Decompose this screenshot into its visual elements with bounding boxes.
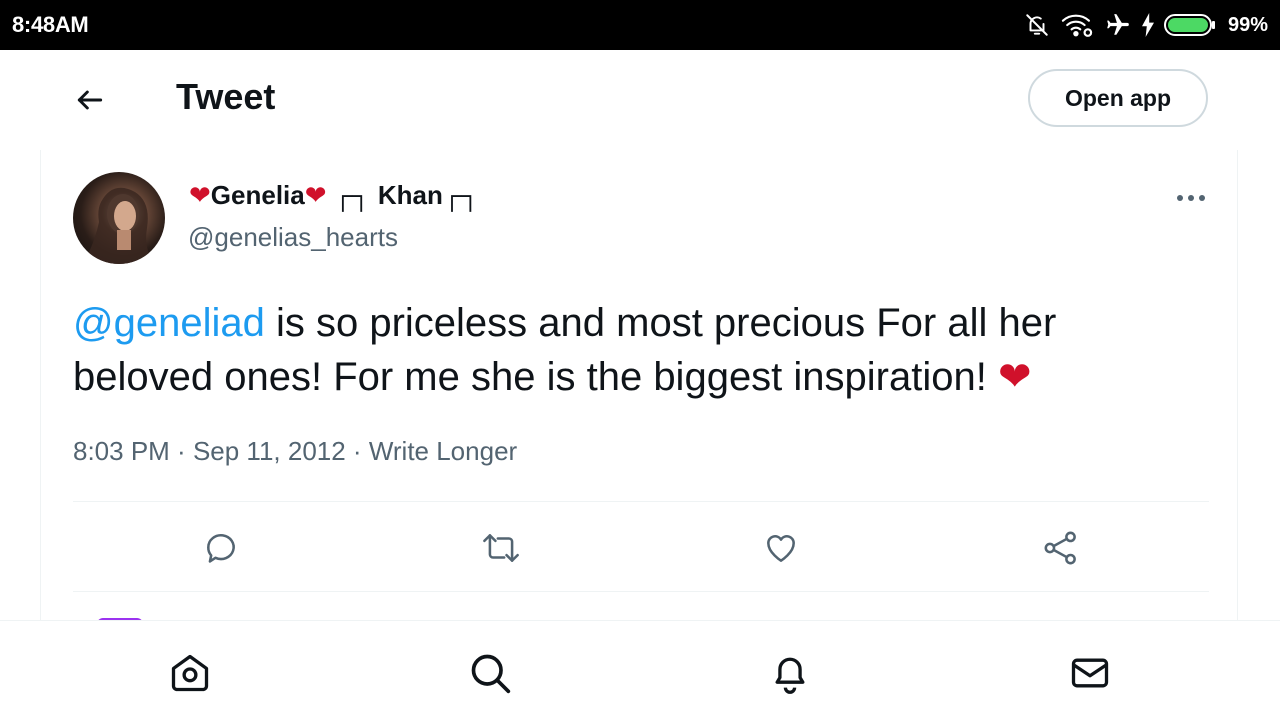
retweet-icon <box>483 534 519 562</box>
retweet-button[interactable] <box>479 526 523 570</box>
notifications-icon <box>775 657 805 694</box>
status-icons: 99% <box>1024 11 1268 39</box>
top-app-bar: Tweet Open app <box>0 50 1280 148</box>
meta-separator-2: · <box>345 436 369 466</box>
status-bar: 8:48AM 99% <box>0 0 1280 50</box>
heart-emoji: ❤ <box>997 355 1032 399</box>
tweet-time[interactable]: 8:03 PM <box>73 436 170 466</box>
page-title: Tweet <box>176 76 276 117</box>
back-button[interactable] <box>70 80 110 120</box>
nav-messages-button[interactable] <box>1066 649 1114 697</box>
name-heart-right: ❤ <box>304 180 327 210</box>
wifi-icon <box>1060 12 1094 38</box>
name-heart-left: ❤ <box>189 180 211 210</box>
share-icon <box>1044 531 1076 565</box>
author-name[interactable]: ❤Genelia❤ ┌┐ Khan┌┐ <box>189 180 480 211</box>
reply-icon <box>207 534 235 563</box>
search-icon <box>471 654 511 694</box>
nav-search-button[interactable] <box>466 649 514 697</box>
messages-icon <box>1071 658 1109 688</box>
meta-separator: · <box>169 436 193 466</box>
divider <box>73 591 1209 592</box>
author-name-main: Genelia <box>210 180 305 210</box>
author-handle[interactable]: @genelias_hearts <box>188 222 398 253</box>
tweet-card: ❤Genelia❤ ┌┐ Khan┌┐ @genelias_hearts @ge… <box>40 150 1238 624</box>
like-button[interactable] <box>759 526 803 570</box>
airplane-mode-icon <box>1104 12 1132 38</box>
home-icon <box>171 654 209 692</box>
divider <box>73 501 1209 502</box>
avatar[interactable] <box>73 172 165 264</box>
battery-icon <box>1163 13 1216 37</box>
like-icon <box>767 535 795 562</box>
open-app-button[interactable]: Open app <box>1028 69 1208 127</box>
reply-button[interactable] <box>199 526 243 570</box>
notifications-off-icon <box>1024 12 1050 38</box>
share-button[interactable] <box>1039 526 1083 570</box>
bottom-navigation <box>0 620 1280 721</box>
tweet-source[interactable]: Write Longer <box>369 436 517 466</box>
more-options-button[interactable] <box>1171 186 1211 210</box>
status-time: 8:48AM <box>12 12 89 37</box>
battery-percent: 99% <box>1227 13 1268 36</box>
charging-icon <box>1141 13 1154 37</box>
author-name-rest: ┌┐ Khan┌┐ <box>326 180 480 210</box>
mention-link[interactable]: @geneliad <box>73 301 265 345</box>
nav-home-button[interactable] <box>166 649 214 697</box>
arrow-left-icon <box>77 90 103 110</box>
tweet-text: @geneliad is so priceless and most preci… <box>73 296 1193 404</box>
nav-notifications-button[interactable] <box>766 649 814 697</box>
tweet-date[interactable]: Sep 11, 2012 <box>193 436 346 466</box>
tweet-meta: 8:03 PM · Sep 11, 2012 · Write Longer <box>73 436 517 467</box>
more-horizontal-icon <box>1177 195 1205 201</box>
